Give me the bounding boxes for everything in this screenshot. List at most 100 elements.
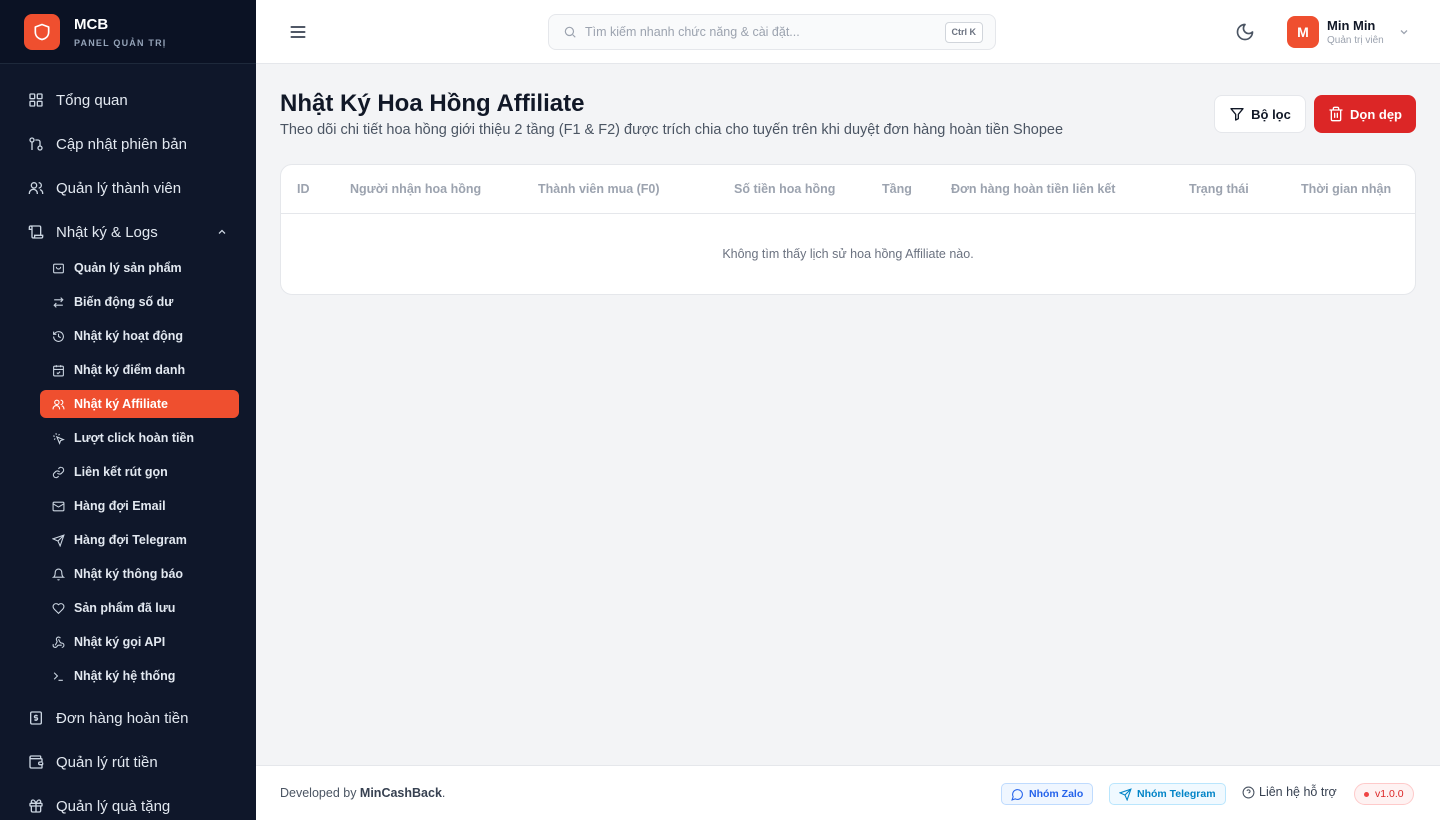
column-header-received-time: Thời gian nhận (1301, 182, 1392, 196)
column-header-status: Trạng thái (1189, 182, 1249, 196)
terminal-icon (53, 671, 63, 681)
support-link[interactable]: Liên hệ hỗ trợ (1242, 785, 1337, 799)
sidebar-item-gifts[interactable]: Quản lý quà tặng (0, 784, 256, 820)
telegram-label: Nhóm Telegram (1137, 788, 1216, 800)
package-icon (53, 263, 64, 273)
sidebar-item-saved-products[interactable]: Sản phẩm đã lưu (40, 594, 239, 622)
page-subtitle: Theo dõi chi tiết hoa hồng giới thiệu 2 … (280, 122, 1064, 138)
sidebar-item-balance[interactable]: Biến động số dư (40, 288, 239, 316)
sidebar-item-affiliate[interactable]: Nhật ký Affiliate (40, 390, 239, 418)
sidebar-item-cashback-orders[interactable]: Đơn hàng hoàn tiền (0, 696, 256, 740)
sidebar-item-label: Lượt click hoàn tiền (74, 431, 195, 445)
sidebar-item-label: Cập nhật phiên bản (56, 135, 187, 153)
sidebar-item-members[interactable]: Quản lý thành viên (0, 166, 256, 210)
webhook-icon (52, 636, 65, 648)
moon-icon[interactable] (1235, 22, 1255, 42)
sidebar-item-label: Nhật ký thông báo (74, 567, 184, 581)
sidebar-item-label: Tổng quan (56, 91, 128, 109)
developer-credit: Developed by MinCashBack. (280, 786, 445, 800)
filter-icon (1230, 108, 1244, 121)
brand[interactable]: MCB PANEL QUẢN TRỊ (0, 0, 256, 64)
wallet-icon (29, 755, 44, 769)
brand-name: MCB (74, 15, 109, 33)
bell-icon (52, 568, 65, 580)
help-circle-icon (1242, 786, 1255, 798)
sidebar-item-label: Sản phẩm đã lưu (74, 601, 176, 615)
send-icon (1119, 787, 1132, 801)
empty-state-message: Không tìm thấy lịch sử hoa hồng Affiliat… (722, 247, 974, 261)
gift-icon (29, 799, 43, 813)
sidebar-item-label: Liên kết rút gọn (74, 465, 168, 479)
column-header-buyer: Thành viên mua (F0) (538, 182, 660, 196)
sidebar-item-activity[interactable]: Nhật ký hoạt động (40, 322, 239, 350)
arrows-exchange-icon (53, 296, 64, 308)
column-header-amount: Số tiền hoa hồng (734, 182, 836, 196)
brand-subtitle: PANEL QUẢN TRỊ (74, 37, 167, 48)
sidebar-item-logs[interactable]: Nhật ký & Logs (0, 210, 256, 254)
sidebar-item-telegram-queue[interactable]: Hàng đợi Telegram (40, 526, 239, 554)
sidebar-item-label: Nhật ký Affiliate (74, 397, 169, 411)
top-header: Ctrl K M Min Min Quản trị viên (256, 0, 1440, 64)
sidebar-item-products[interactable]: Quản lý sản phẩm (40, 254, 239, 282)
sidebar-item-label: Nhật ký gọi API (74, 635, 166, 649)
link-icon (52, 466, 65, 478)
scroll-icon (28, 225, 44, 239)
grid-icon (29, 93, 43, 107)
sidebar-item-api-logs[interactable]: Nhật ký gọi API (40, 628, 239, 656)
sidebar-item-label: Hàng đợi Telegram (74, 533, 187, 547)
telegram-group-link[interactable]: Nhóm Telegram (1109, 783, 1226, 805)
search-shortcut-badge: Ctrl K (944, 22, 983, 43)
user-menu[interactable]: M Min Min Quản trị viên (1287, 16, 1410, 48)
cleanup-button[interactable]: Dọn dẹp (1314, 95, 1416, 133)
filter-button[interactable]: Bộ lọc (1214, 95, 1306, 133)
sidebar-item-overview[interactable]: Tổng quan (0, 78, 256, 122)
sidebar-item-email-queue[interactable]: Hàng đợi Email (40, 492, 239, 520)
trash-icon (1329, 106, 1343, 122)
sidebar-item-label: Nhật ký hệ thống (74, 669, 176, 683)
sidebar-item-label: Nhật ký & Logs (56, 223, 158, 241)
table-header: ID Người nhận hoa hồng Thành viên mua (F… (281, 165, 1415, 214)
footer: Developed by MinCashBack. Nhóm Zalo Nhóm… (256, 765, 1440, 820)
sidebar: MCB PANEL QUẢN TRỊ Tổng quan Cập nhật ph… (0, 0, 256, 820)
click-icon (53, 432, 65, 445)
sidebar-item-label: Hàng đợi Email (74, 499, 166, 513)
column-header-id: ID (297, 182, 310, 196)
sidebar-item-system-logs[interactable]: Nhật ký hệ thống (40, 662, 239, 690)
sidebar-item-checkin[interactable]: Nhật ký điểm danh (40, 356, 239, 384)
sidebar-item-label: Quản lý thành viên (56, 179, 182, 197)
main-content: Nhật Ký Hoa Hồng Affiliate Theo dõi chi … (256, 64, 1440, 765)
send-icon (52, 533, 65, 547)
receipt-icon (30, 711, 42, 725)
version-label: v1.0.0 (1375, 788, 1404, 800)
users-icon (52, 399, 65, 409)
sidebar-item-short-links[interactable]: Liên kết rút gọn (40, 458, 239, 486)
filter-button-label: Bộ lọc (1251, 106, 1291, 122)
sidebar-item-label: Quản lý rút tiền (56, 753, 158, 771)
search-input[interactable] (585, 25, 935, 39)
sidebar-nav: Tổng quan Cập nhật phiên bản Quản lý thà… (0, 64, 256, 820)
menu-icon[interactable] (288, 22, 308, 42)
sidebar-item-label: Quản lý quà tặng (56, 797, 171, 815)
zalo-group-link[interactable]: Nhóm Zalo (1001, 783, 1094, 805)
column-header-linked-order: Đơn hàng hoàn tiền liên kết (951, 182, 1116, 196)
sidebar-item-label: Quản lý sản phẩm (74, 261, 182, 275)
git-branch-icon (29, 137, 43, 151)
search-box[interactable]: Ctrl K (548, 14, 996, 50)
page-title: Nhật Ký Hoa Hồng Affiliate (280, 90, 585, 117)
user-role: Quản trị viên (1327, 34, 1384, 46)
users-icon (28, 182, 44, 194)
sidebar-item-cashback-clicks[interactable]: Lượt click hoàn tiền (40, 424, 239, 452)
calendar-check-icon (53, 364, 64, 376)
sidebar-item-withdrawals[interactable]: Quản lý rút tiền (0, 740, 256, 784)
sidebar-item-label: Đơn hàng hoàn tiền (56, 709, 189, 727)
sidebar-item-notifications[interactable]: Nhật ký thông báo (40, 560, 239, 588)
heart-icon (52, 602, 65, 614)
version-badge: v1.0.0 (1354, 783, 1414, 805)
search-icon (564, 26, 576, 38)
logs-submenu: Quản lý sản phẩm Biến động số dư Nhật ký… (0, 254, 256, 690)
status-dot-icon (1364, 791, 1369, 797)
developer-prefix: Developed by (280, 786, 360, 800)
sidebar-item-version-update[interactable]: Cập nhật phiên bản (0, 122, 256, 166)
chat-bubble-icon (1011, 788, 1023, 801)
shield-icon (24, 13, 60, 50)
